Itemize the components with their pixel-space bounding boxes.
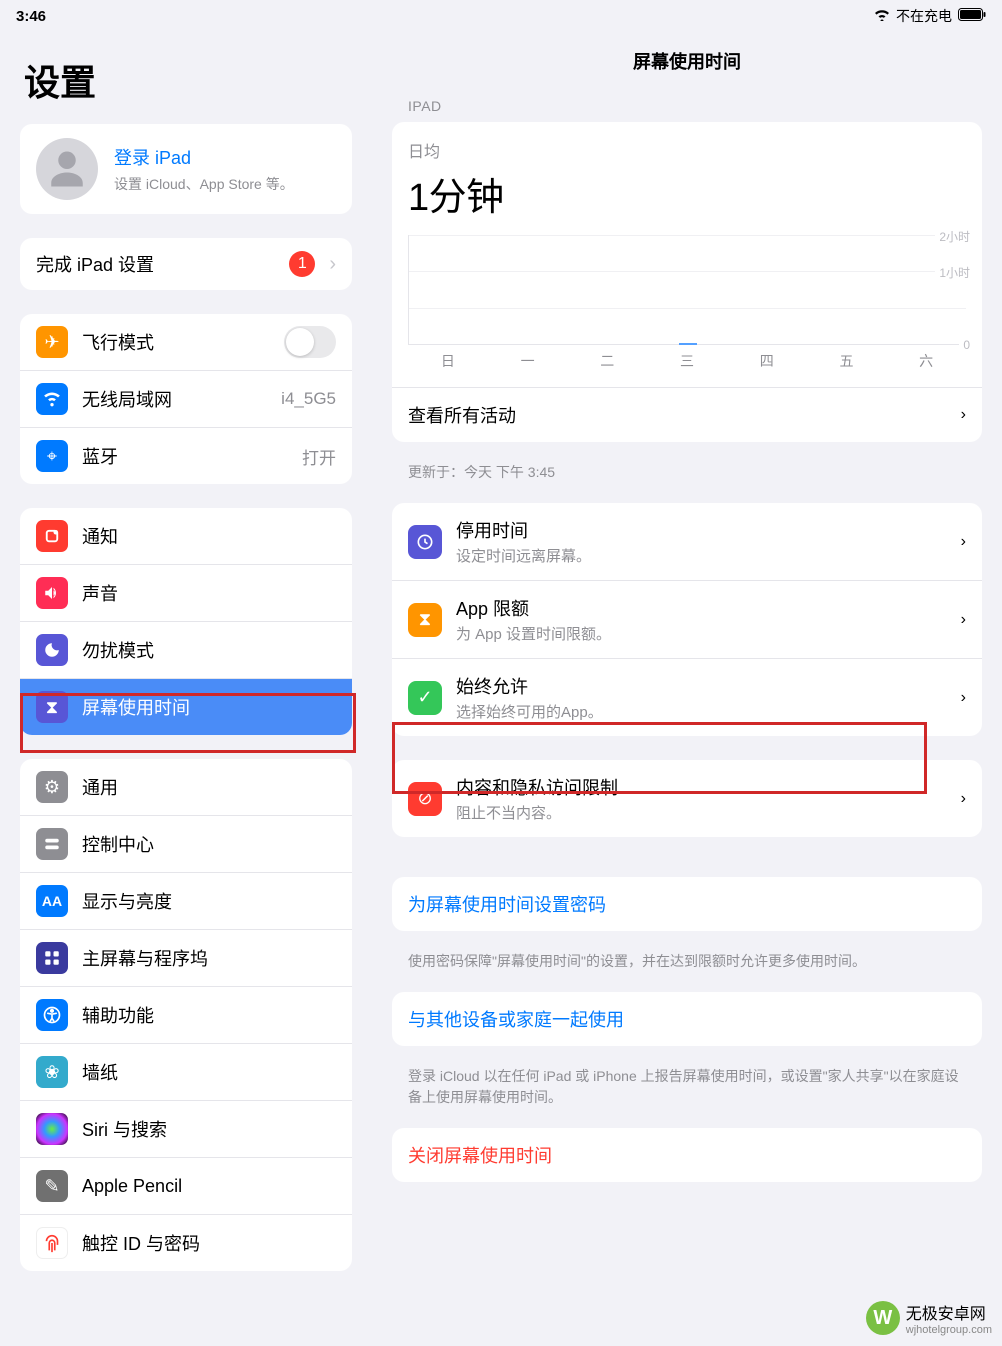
flower-icon: ❀ — [36, 1056, 68, 1088]
badge-icon: 1 — [289, 251, 315, 277]
wallpaper-row[interactable]: ❀ 墙纸 — [20, 1043, 352, 1100]
wifi-icon — [36, 383, 68, 415]
content-privacy-row[interactable]: ⊘ 内容和隐私访问限制阻止不当内容。 › — [392, 760, 982, 837]
sign-in-link[interactable]: 登录 iPad — [114, 144, 294, 170]
hourglass-icon: ⧗ — [408, 603, 442, 637]
wifi-icon — [874, 8, 890, 24]
chevron-right-icon: › — [961, 533, 966, 551]
settings-title: 设置 — [0, 30, 372, 124]
usage-chart[interactable]: 日均 1分钟 2小时 1小时 0 日一 二三 四五 六 — [392, 122, 982, 387]
airplane-mode-row[interactable]: ✈ 飞行模式 — [20, 314, 352, 370]
main-panel: 屏幕使用时间 IPAD 日均 1分钟 2小时 1小时 0 日一 二三 四五 — [372, 30, 1002, 1346]
daily-avg-label: 日均 — [408, 138, 966, 162]
display-row[interactable]: AA 显示与亮度 — [20, 872, 352, 929]
share-footer: 登录 iCloud 以在任何 iPad 或 iPhone 上报告屏幕使用时间，或… — [372, 1056, 1002, 1128]
battery-icon — [958, 8, 986, 24]
set-passcode-row[interactable]: 为屏幕使用时间设置密码 — [392, 877, 982, 931]
sounds-row[interactable]: 声音 — [20, 564, 352, 621]
turn-off-row[interactable]: 关闭屏幕使用时间 — [392, 1128, 982, 1182]
chart-bar — [679, 343, 697, 345]
notifications-row[interactable]: 通知 — [20, 508, 352, 564]
check-icon: ✓ — [408, 681, 442, 715]
sound-icon — [36, 577, 68, 609]
app-limits-row[interactable]: ⧗ App 限额为 App 设置时间限额。 › — [392, 580, 982, 658]
grid-icon — [36, 942, 68, 974]
downtime-row[interactable]: 停用时间设定时间远离屏幕。 › — [392, 503, 982, 580]
text-size-icon: AA — [36, 885, 68, 917]
status-time: 3:46 — [16, 8, 46, 25]
avatar-icon — [36, 138, 98, 200]
daily-avg-value: 1分钟 — [408, 166, 966, 221]
charging-status: 不在充电 — [896, 6, 952, 26]
airplane-toggle[interactable] — [284, 326, 336, 358]
hourglass-icon: ⧗ — [36, 691, 68, 723]
bluetooth-row[interactable]: ⌖ 蓝牙 打开 — [20, 427, 352, 484]
updated-footer: 更新于：今天 下午 3:45 — [372, 452, 1002, 503]
account-card[interactable]: 登录 iPad 设置 iCloud、App Store 等。 — [20, 124, 352, 214]
finish-setup-row[interactable]: 完成 iPad 设置 1 › — [20, 238, 352, 290]
accessibility-icon — [36, 999, 68, 1031]
home-screen-row[interactable]: 主屏幕与程序坞 — [20, 929, 352, 986]
watermark-logo-icon: W — [866, 1301, 900, 1335]
notification-icon — [36, 520, 68, 552]
chevron-right-icon: › — [961, 611, 966, 629]
control-center-row[interactable]: 控制中心 — [20, 815, 352, 872]
page-title: 屏幕使用时间 — [372, 30, 1002, 98]
general-row[interactable]: ⚙ 通用 — [20, 759, 352, 815]
share-devices-row[interactable]: 与其他设备或家庭一起使用 — [392, 992, 982, 1046]
always-allowed-row[interactable]: ✓ 始终允许选择始终可用的App。 › — [392, 658, 982, 736]
chevron-right-icon: › — [961, 790, 966, 808]
switches-icon — [36, 828, 68, 860]
moon-icon — [36, 634, 68, 666]
chevron-right-icon: › — [961, 406, 966, 424]
fingerprint-icon — [36, 1227, 68, 1259]
chevron-right-icon: › — [329, 254, 336, 274]
touchid-row[interactable]: 触控 ID 与密码 — [20, 1214, 352, 1271]
airplane-icon: ✈ — [36, 326, 68, 358]
restriction-icon: ⊘ — [408, 782, 442, 816]
settings-sidebar: 设置 登录 iPad 设置 iCloud、App Store 等。 完成 iPa… — [0, 30, 372, 1346]
chevron-right-icon: › — [961, 689, 966, 707]
siri-icon — [36, 1113, 68, 1145]
bluetooth-icon: ⌖ — [36, 440, 68, 472]
see-all-activity-row[interactable]: 查看所有活动 › — [392, 387, 982, 442]
accessibility-row[interactable]: 辅助功能 — [20, 986, 352, 1043]
pencil-row[interactable]: ✎ Apple Pencil — [20, 1157, 352, 1214]
pencil-icon: ✎ — [36, 1170, 68, 1202]
wifi-row[interactable]: 无线局域网 i4_5G5 — [20, 370, 352, 427]
passcode-footer: 使用密码保障"屏幕使用时间"的设置，并在达到限额时允许更多使用时间。 — [372, 941, 1002, 992]
gear-icon: ⚙ — [36, 771, 68, 803]
dnd-row[interactable]: 勿扰模式 — [20, 621, 352, 678]
screentime-row[interactable]: ⧗ 屏幕使用时间 — [20, 678, 352, 735]
section-header-ipad: IPAD — [372, 98, 1002, 122]
status-bar: 3:46 不在充电 — [0, 0, 1002, 30]
chart-days: 日一 二三 四五 六 — [408, 351, 966, 371]
sign-in-sub: 设置 iCloud、App Store 等。 — [114, 174, 294, 194]
status-right: 不在充电 — [874, 6, 986, 26]
watermark: W 无极安卓网 wjhotelgroup.com — [866, 1300, 992, 1336]
downtime-icon — [408, 525, 442, 559]
siri-row[interactable]: Siri 与搜索 — [20, 1100, 352, 1157]
